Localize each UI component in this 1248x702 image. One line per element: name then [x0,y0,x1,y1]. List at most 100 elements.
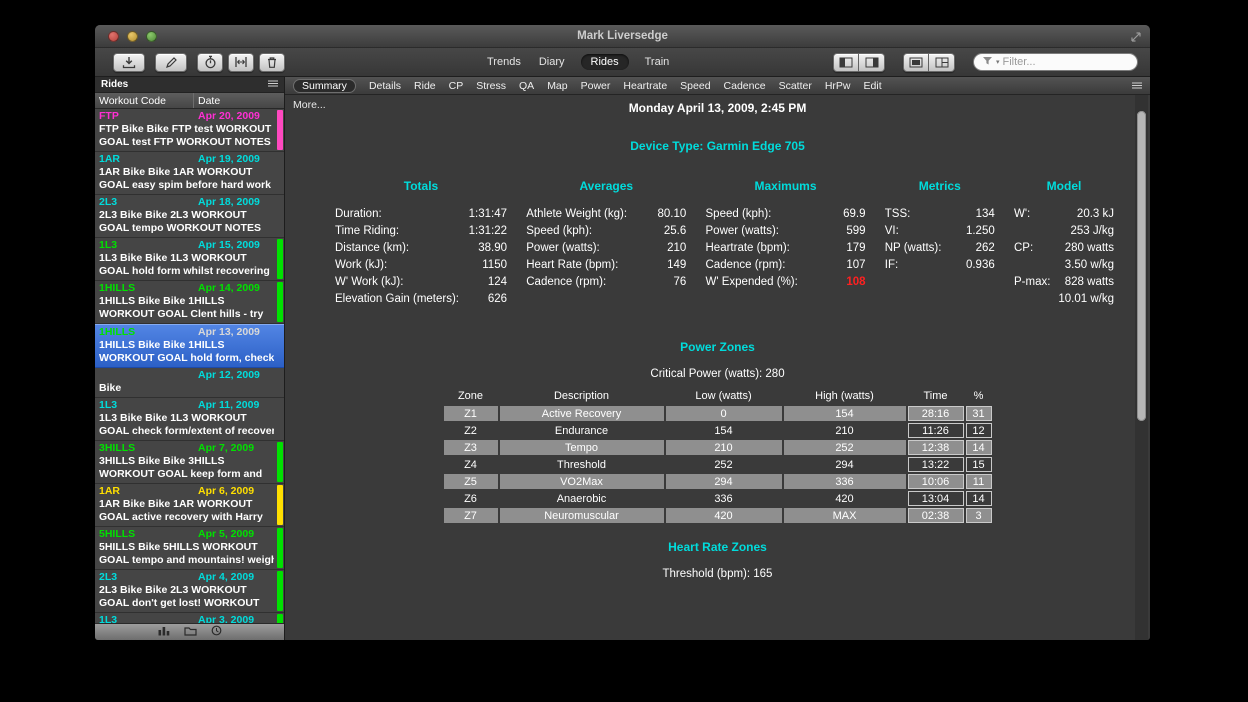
tab-stress[interactable]: Stress [476,80,506,92]
ride-date: Apr 20, 2009 [198,110,260,123]
filter-input[interactable] [1003,56,1129,68]
sidebar-menu-icon[interactable] [268,79,278,90]
app-window: Mark Liversedge Trends Diary Rides Train [95,25,1150,640]
main-tabs-menu-icon[interactable] [1132,80,1142,92]
column-header-workout-code[interactable]: Workout Code [95,93,194,108]
zoom-button[interactable] [146,31,157,42]
tab-edit[interactable]: Edit [864,80,882,92]
stopwatch-button[interactable] [197,53,223,72]
tab-cadence[interactable]: Cadence [724,80,766,92]
ride-color-stripe [277,571,283,611]
ride-workout-code: 2L3 [99,196,117,208]
summary-label: CP: [1014,240,1052,257]
split-view-button[interactable] [929,53,955,72]
summary-column-metrics: MetricsTSS:134VI:1.250NP (watts):262IF:0… [885,179,995,308]
summary-row: W' Expended (%):108 [706,274,866,291]
ride-item-header: 1L3Apr 11, 2009 [99,399,274,412]
single-view-button[interactable] [903,53,929,72]
view-tab-rides[interactable]: Rides [581,54,629,70]
summary-label: W' Expended (%): [706,274,798,291]
power-zone-cell: 336 [666,491,782,506]
toggle-right-panel-button[interactable] [859,53,885,72]
filter-search-box[interactable]: ▾ [973,53,1138,71]
tab-details[interactable]: Details [369,80,401,92]
tab-speed[interactable]: Speed [680,80,710,92]
folder-icon[interactable] [184,623,197,640]
tab-ride[interactable]: Ride [414,80,436,92]
ride-description-line: Bike [99,382,274,395]
ride-list-item[interactable]: Apr 12, 2009Bike [95,368,284,398]
ride-description-line: 5HILLS Bike 5HILLS WORKOUT [99,541,274,554]
summary-row: 3.50 w/kg [1014,257,1114,274]
tab-hrpw[interactable]: HrPw [825,80,851,92]
ride-title: Monday April 13, 2009, 2:45 PM [285,95,1150,115]
toggle-left-panel-button[interactable] [833,53,859,72]
tab-power[interactable]: Power [581,80,611,92]
summary-value: 3.50 w/kg [1065,257,1114,274]
intervals-button[interactable] [228,53,254,72]
ride-description-line: GOAL tempo WORKOUT NOTES [99,222,274,235]
ride-item-header: Apr 12, 2009 [99,369,274,382]
ride-list-item[interactable]: 5HILLSApr 5, 20095HILLS Bike 5HILLS WORK… [95,527,284,570]
more-link[interactable]: More... [293,99,326,111]
power-zone-cell: 13:04 [908,491,964,506]
tab-cp[interactable]: CP [449,80,464,92]
power-zone-cell: MAX [784,508,906,523]
summary-value: 179 [846,240,865,257]
minimize-button[interactable] [127,31,138,42]
power-zone-cell: 14 [966,491,992,506]
traffic-lights [108,31,157,42]
sidebar-title: Rides [101,79,128,90]
power-zone-cell: 420 [784,491,906,506]
sidebar-column-headers[interactable]: Workout Code Date [95,93,284,109]
tab-summary[interactable]: Summary [293,79,356,93]
titlebar[interactable]: Mark Liversedge [95,25,1150,48]
chart-icon[interactable] [158,623,170,640]
ride-list-item[interactable]: 1L3Apr 15, 20091L3 Bike Bike 1L3 WORKOUT… [95,238,284,281]
ride-item-header: 3HILLSApr 7, 2009 [99,442,274,455]
ride-list-item[interactable]: 1ARApr 19, 20091AR Bike Bike 1AR WORKOUT… [95,152,284,195]
view-tab-trends[interactable]: Trends [485,54,523,70]
close-button[interactable] [108,31,119,42]
view-tab-train[interactable]: Train [643,54,672,70]
ride-list-item[interactable]: 1HILLSApr 14, 20091HILLS Bike Bike 1HILL… [95,281,284,324]
summary-row: Elevation Gain (meters):626 [335,291,507,308]
desktop-background: Mark Liversedge Trends Diary Rides Train [0,0,1248,702]
ride-description-line: 2L3 Bike Bike 2L3 WORKOUT [99,209,274,222]
ride-list-item[interactable]: 1HILLSApr 13, 20091HILLS Bike Bike 1HILL… [95,324,284,368]
ride-list-item[interactable]: 2L3Apr 4, 20092L3 Bike Bike 2L3 WORKOUTG… [95,570,284,613]
ride-list-item[interactable]: 2L3Apr 18, 20092L3 Bike Bike 2L3 WORKOUT… [95,195,284,238]
tab-map[interactable]: Map [547,80,567,92]
summary-value: 0.936 [966,257,995,274]
fullscreen-icon[interactable] [1130,30,1142,48]
ride-list-item[interactable]: 1L3Apr 11, 20091L3 Bike Bike 1L3 WORKOUT… [95,398,284,441]
delete-button[interactable] [259,53,285,72]
summary-row: W' Work (kJ):124 [335,274,507,291]
ride-list-item[interactable]: FTPApr 20, 2009FTP Bike Bike FTP test WO… [95,109,284,152]
summary-value: 599 [846,223,865,240]
view-tab-diary[interactable]: Diary [537,54,567,70]
power-zone-cell: 336 [784,474,906,489]
summary-column-title: Model [1014,179,1114,193]
ride-color-stripe [277,485,283,525]
stopwatch-icon[interactable] [211,623,222,640]
ride-list-item[interactable]: 1L3Apr 3, 2009 [95,613,284,623]
power-zone-cell: 252 [666,457,782,472]
tab-qa[interactable]: QA [519,80,534,92]
ride-list-item[interactable]: 3HILLSApr 7, 20093HILLS Bike Bike 3HILLS… [95,441,284,484]
summary-value: 20.3 kJ [1077,206,1114,223]
ride-item-header: 2L3Apr 18, 2009 [99,196,274,209]
tab-heartrate[interactable]: Heartrate [623,80,667,92]
column-header-date[interactable]: Date [194,95,220,107]
scrollbar-thumb[interactable] [1137,111,1146,421]
summary-row: Heart Rate (bpm):149 [526,257,686,274]
save-button[interactable] [113,53,145,72]
ride-description-line: 1L3 Bike Bike 1L3 WORKOUT [99,412,274,425]
summary-label: Athlete Weight (kg): [526,206,627,223]
edit-button[interactable] [155,53,187,72]
ride-list-item[interactable]: 1ARApr 6, 20091AR Bike Bike 1AR WORKOUTG… [95,484,284,527]
power-zone-cell: 154 [784,406,906,421]
tab-scatter[interactable]: Scatter [779,80,812,92]
power-zones-table: ZoneDescriptionLow (watts)High (watts)Ti… [442,388,994,525]
ride-workout-code: 1AR [99,485,120,497]
